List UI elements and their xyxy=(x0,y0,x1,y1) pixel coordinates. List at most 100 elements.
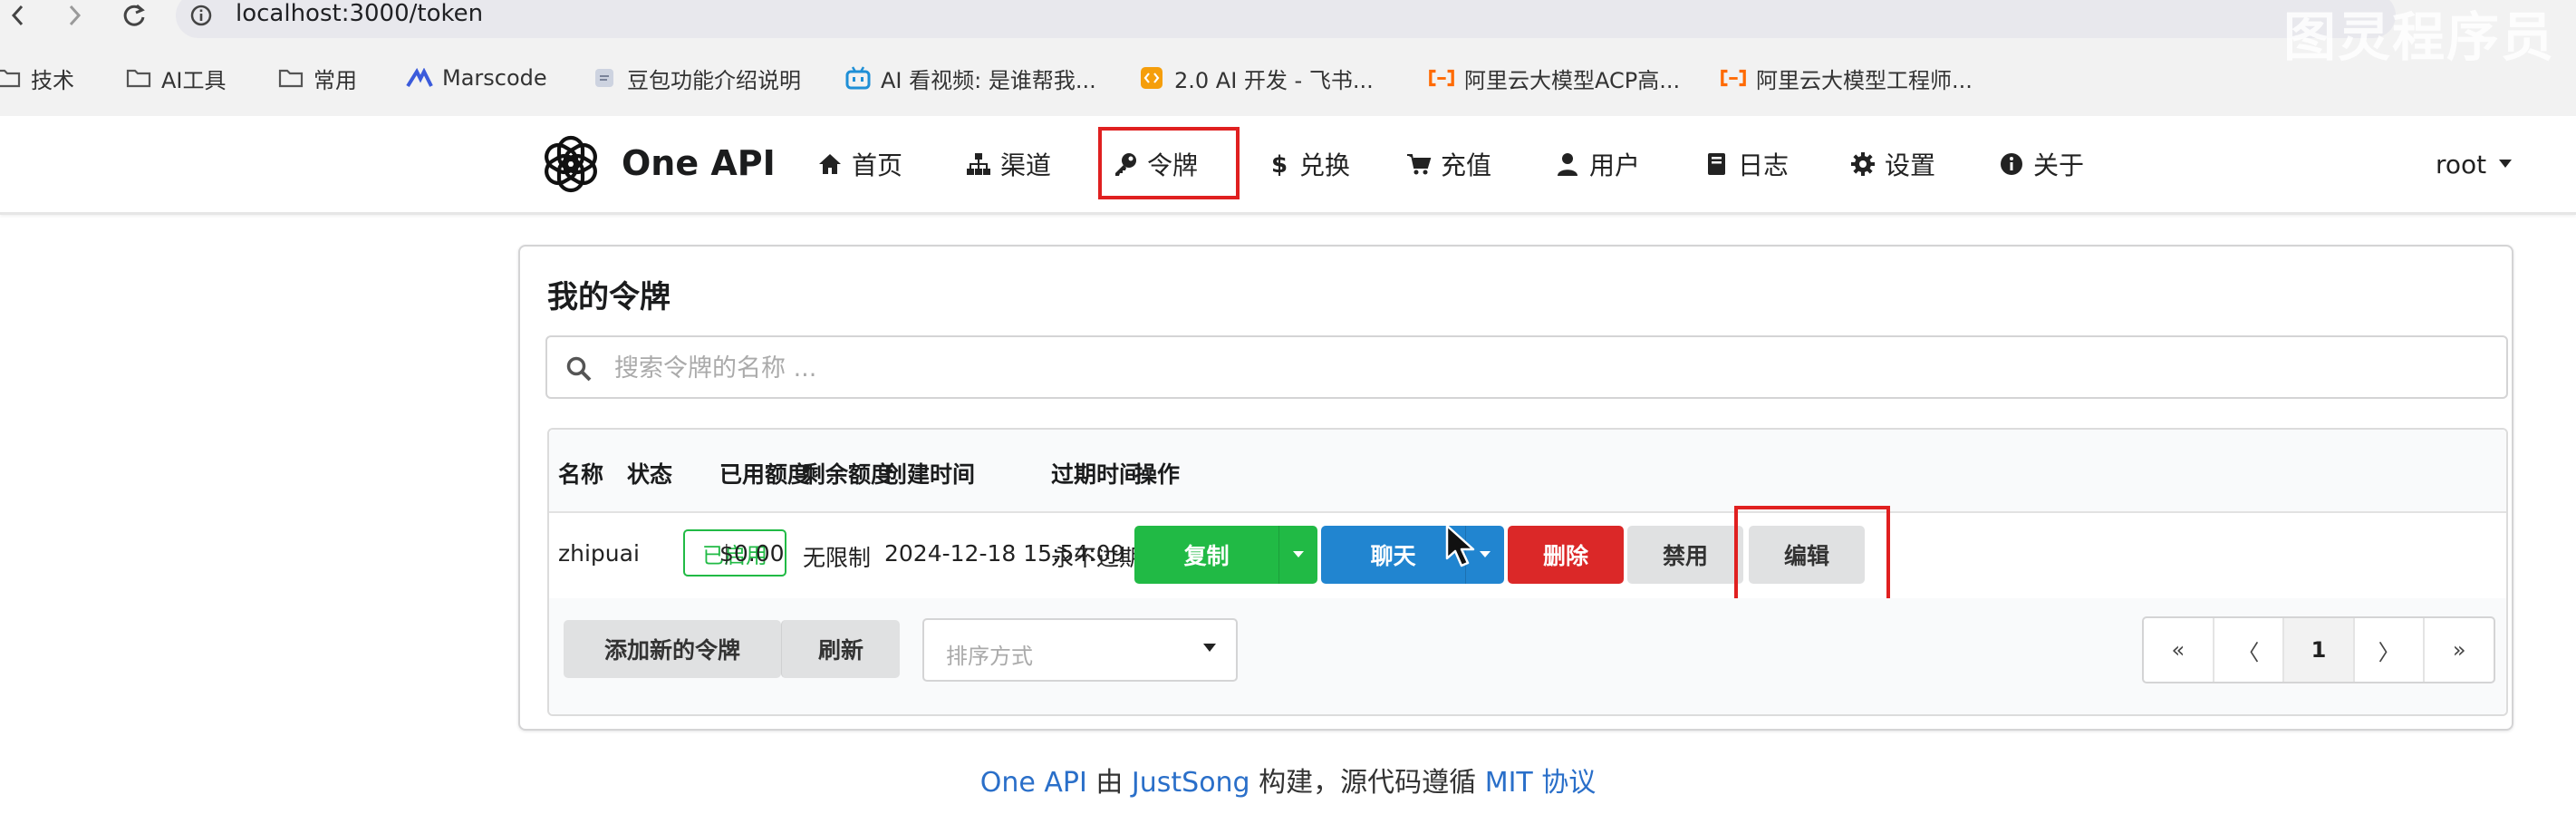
column-header[interactable]: 剩余额度 xyxy=(803,457,893,489)
user-menu[interactable]: root xyxy=(2436,116,2513,212)
cart-icon xyxy=(1407,154,1432,175)
reload-icon xyxy=(123,4,145,26)
column-header: 操作 xyxy=(1134,461,1181,488)
tokens-card: 我的令牌 名称 状态 已用额度 剩余额度 创建时间 过期时间 操作 zhipua… xyxy=(518,245,2513,731)
column-header[interactable]: 名称 xyxy=(558,457,603,489)
justsong-link[interactable]: JustSong xyxy=(1132,767,1250,799)
disable-button[interactable]: 禁用 xyxy=(1627,526,1743,584)
pagination: « 〈 1 〉 » xyxy=(2142,616,2495,683)
mouse-cursor-icon xyxy=(1445,524,1475,567)
bookmark-label: 阿里云大模型ACP高... xyxy=(1464,67,1681,93)
nav-item-logs[interactable]: 日志 xyxy=(1703,116,1789,212)
url-text[interactable]: localhost:3000/token xyxy=(236,0,483,27)
gear-icon xyxy=(1851,152,1875,176)
forward-button[interactable] xyxy=(56,2,92,29)
next-page-button[interactable]: 〉 xyxy=(2355,618,2426,682)
delete-button[interactable]: 删除 xyxy=(1508,526,1624,584)
chevron-left-icon xyxy=(11,5,24,26)
bookmark-item[interactable]: AI工具 xyxy=(125,56,227,100)
edit-button-highlight xyxy=(1734,506,1890,609)
page-footer: One API 由 JustSong 构建，源代码遵循 MIT 协议 xyxy=(0,760,2576,799)
refresh-button[interactable]: 刷新 xyxy=(781,620,900,678)
copy-dropdown-toggle[interactable] xyxy=(1278,526,1317,584)
bookmark-item[interactable]: 豆包功能介绍说明 xyxy=(591,56,801,100)
tokens-table: 名称 状态 已用额度 剩余额度 创建时间 过期时间 操作 zhipuai 已启用… xyxy=(547,428,2508,716)
brand-name[interactable]: One API xyxy=(622,143,776,183)
copy-button[interactable]: 复制 xyxy=(1134,526,1278,584)
search-input[interactable] xyxy=(613,346,2247,390)
bookmark-label: 常用 xyxy=(314,67,357,93)
table-header: 名称 状态 已用额度 剩余额度 创建时间 过期时间 操作 xyxy=(549,430,2506,513)
used-quota: $0.00 xyxy=(719,540,785,567)
sort-select[interactable]: 排序方式 xyxy=(922,618,1238,682)
remaining-quota: 无限制 xyxy=(803,545,872,571)
table-footer: 添加新的令牌 刷新 排序方式 « 〈 1 〉 » xyxy=(549,598,2506,714)
nav-item-home[interactable]: 首页 xyxy=(817,116,902,212)
bookmark-label: 豆包功能介绍说明 xyxy=(627,67,801,93)
nav-item-channels[interactable]: 渠道 xyxy=(966,116,1051,212)
bookmark-item[interactable]: Marscode xyxy=(406,56,547,100)
folder-icon xyxy=(125,64,152,92)
search-box[interactable] xyxy=(545,335,2508,399)
marscode-icon xyxy=(406,64,433,92)
bookmark-item[interactable]: 常用 xyxy=(277,56,357,100)
expire-time: 永不过期 xyxy=(1051,545,1143,571)
back-button[interactable] xyxy=(0,2,36,29)
bookmark-item[interactable]: AI 看视频: 是谁帮我... xyxy=(844,56,1096,100)
page-1-button[interactable]: 1 xyxy=(2284,618,2355,682)
nav-item-about[interactable]: 关于 xyxy=(1999,116,2084,212)
nav-item-settings[interactable]: 设置 xyxy=(1850,116,1935,212)
nav-item-users[interactable]: 用户 xyxy=(1555,116,1640,212)
info-icon xyxy=(2001,153,2022,175)
bookmarks-bar: 技术 AI工具 常用 Marscode 豆包功能介绍说明 AI 看视频: 是谁帮… xyxy=(0,56,2576,100)
bookmark-item[interactable]: 2.0 AI 开发 - 飞书... xyxy=(1138,56,1374,100)
bookmark-label: 阿里云大模型工程师... xyxy=(1756,67,1973,93)
code-icon xyxy=(1138,64,1165,92)
token-name: zhipuai xyxy=(558,540,640,567)
doc-icon xyxy=(591,64,618,92)
last-page-button[interactable]: » xyxy=(2425,618,2494,682)
nav-item-redeem[interactable]: $ 兑换 xyxy=(1265,116,1350,212)
sort-placeholder: 排序方式 xyxy=(946,644,1033,669)
top-navbar: One API 首页 渠道 令牌 $ 兑换 充值 用户 日志 设置 关于 roo… xyxy=(0,116,2576,215)
book-icon xyxy=(1708,153,1725,175)
first-page-button[interactable]: « xyxy=(2144,618,2214,682)
footer-text: 构建，源代码遵循 xyxy=(1249,767,1485,799)
page-title: 我的令牌 xyxy=(547,279,671,315)
bookmark-item[interactable]: 阿里云大模型工程师... xyxy=(1720,56,1973,100)
dollar-icon: $ xyxy=(1271,151,1288,177)
nav-label: 设置 xyxy=(1885,150,1936,180)
aliyun-icon xyxy=(1428,64,1455,92)
column-header[interactable]: 创建时间 xyxy=(884,457,975,489)
nav-label: 兑换 xyxy=(1299,150,1351,180)
oneapi-link[interactable]: One API xyxy=(980,767,1087,799)
bookmark-item[interactable]: 技术 xyxy=(0,56,74,100)
bookmark-label: AI工具 xyxy=(161,67,227,93)
nav-label: 首页 xyxy=(852,150,903,180)
openai-logo[interactable] xyxy=(536,130,605,199)
svg-text:$: $ xyxy=(1271,151,1288,177)
caret-down-icon xyxy=(1293,551,1305,557)
nav-item-topup[interactable]: 充值 xyxy=(1406,116,1491,212)
column-header[interactable]: 过期时间 xyxy=(1051,457,1142,489)
home-icon xyxy=(819,154,841,174)
nav-label: 充值 xyxy=(1441,150,1492,180)
reload-button[interactable] xyxy=(116,2,152,29)
table-row: zhipuai 已启用 $0.00 无限制 2024-12-18 15:54:0… xyxy=(549,506,2506,609)
license-link[interactable]: MIT 协议 xyxy=(1485,767,1597,799)
prev-page-button[interactable]: 〈 xyxy=(2214,618,2285,682)
bookmark-label: 2.0 AI 开发 - 飞书... xyxy=(1174,67,1374,93)
bilibili-icon xyxy=(844,64,872,92)
bookmark-label: AI 看视频: 是谁帮我... xyxy=(881,67,1096,93)
copy-button-group: 复制 xyxy=(1134,526,1317,584)
chevron-right-icon xyxy=(69,5,82,26)
bookmark-label: Marscode xyxy=(442,65,547,91)
address-bar[interactable]: localhost:3000/token xyxy=(176,0,2396,38)
site-info-icon[interactable] xyxy=(190,5,212,30)
add-token-button[interactable]: 添加新的令牌 xyxy=(564,620,781,678)
bookmark-item[interactable]: 阿里云大模型ACP高... xyxy=(1428,56,1680,100)
nav-label: 渠道 xyxy=(1000,150,1052,180)
folder-icon xyxy=(277,64,304,92)
column-header[interactable]: 状态 xyxy=(627,457,672,489)
column-header[interactable]: 已用额度 xyxy=(719,457,810,489)
